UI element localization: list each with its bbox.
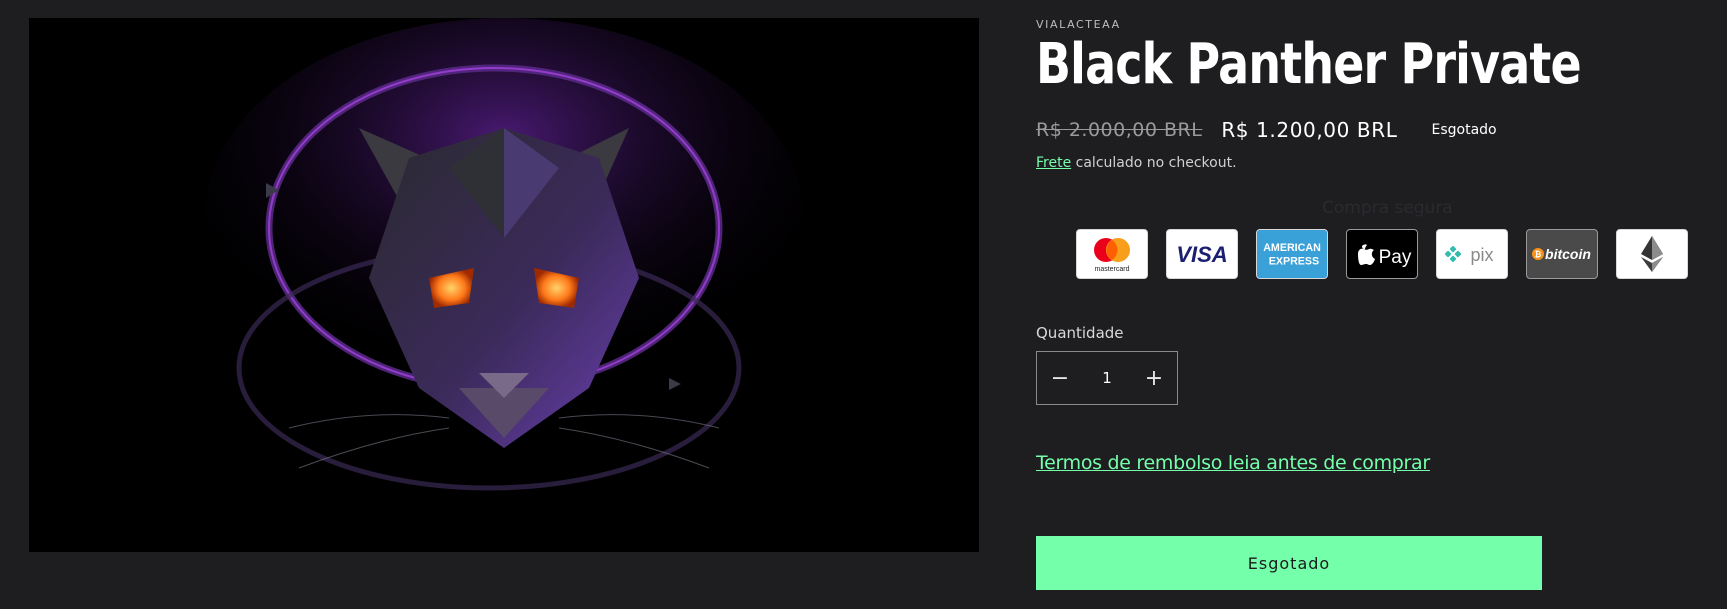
apple-pay-icon: Pay (1346, 229, 1418, 279)
pix-icon: pix (1436, 229, 1508, 279)
svg-text:EXPRESS: EXPRESS (1269, 256, 1320, 268)
mastercard-icon: mastercard (1076, 229, 1148, 279)
ethereum-icon (1616, 229, 1688, 279)
svg-text:₿: ₿ (1535, 250, 1542, 259)
price-row: R$ 2.000,00 BRL R$ 1.200,00 BRL Esgotado (1036, 118, 1497, 142)
sale-price: R$ 1.200,00 BRL (1221, 118, 1398, 142)
svg-text:AMERICAN: AMERICAN (1263, 242, 1321, 254)
vendor-name: VIALACTEAA (1036, 18, 1121, 31)
secure-purchase-label: Compra segura (1322, 198, 1453, 218)
product-info: VIALACTEAA Black Panther Private R$ 2.00… (1036, 0, 1696, 609)
quantity-label: Quantidade (1036, 324, 1124, 342)
visa-label: VISA (1176, 242, 1227, 267)
refund-terms-link[interactable]: Termos de rembolso leia antes de comprar (1036, 452, 1430, 474)
shipping-note: Frete calculado no checkout. (1036, 155, 1237, 171)
sold-out-badge: Esgotado (1431, 122, 1497, 138)
bitcoin-label: bitcoin (1545, 246, 1591, 262)
product-title: Black Panther Private (1036, 32, 1582, 97)
decrease-quantity-button[interactable]: − (1037, 352, 1083, 404)
quantity-stepper: − + (1036, 351, 1178, 405)
product-image[interactable] (29, 18, 979, 552)
shipping-text: calculado no checkout. (1071, 155, 1237, 171)
bitcoin-icon: ₿ bitcoin (1526, 229, 1598, 279)
shipping-link[interactable]: Frete (1036, 155, 1071, 171)
regular-price: R$ 2.000,00 BRL (1036, 119, 1203, 141)
quantity-input[interactable] (1083, 352, 1131, 404)
mastercard-label: mastercard (1094, 266, 1129, 273)
amex-icon: AMERICAN EXPRESS (1256, 229, 1328, 279)
panther-illustration (29, 18, 979, 552)
increase-quantity-button[interactable]: + (1131, 352, 1177, 404)
payment-methods: mastercard VISA AMERICAN EXPRESS Pay pix… (1076, 229, 1688, 279)
pix-label: pix (1470, 245, 1493, 265)
visa-icon: VISA (1166, 229, 1238, 279)
sold-out-button[interactable]: Esgotado (1036, 536, 1542, 590)
apple-pay-label: Pay (1379, 247, 1412, 268)
